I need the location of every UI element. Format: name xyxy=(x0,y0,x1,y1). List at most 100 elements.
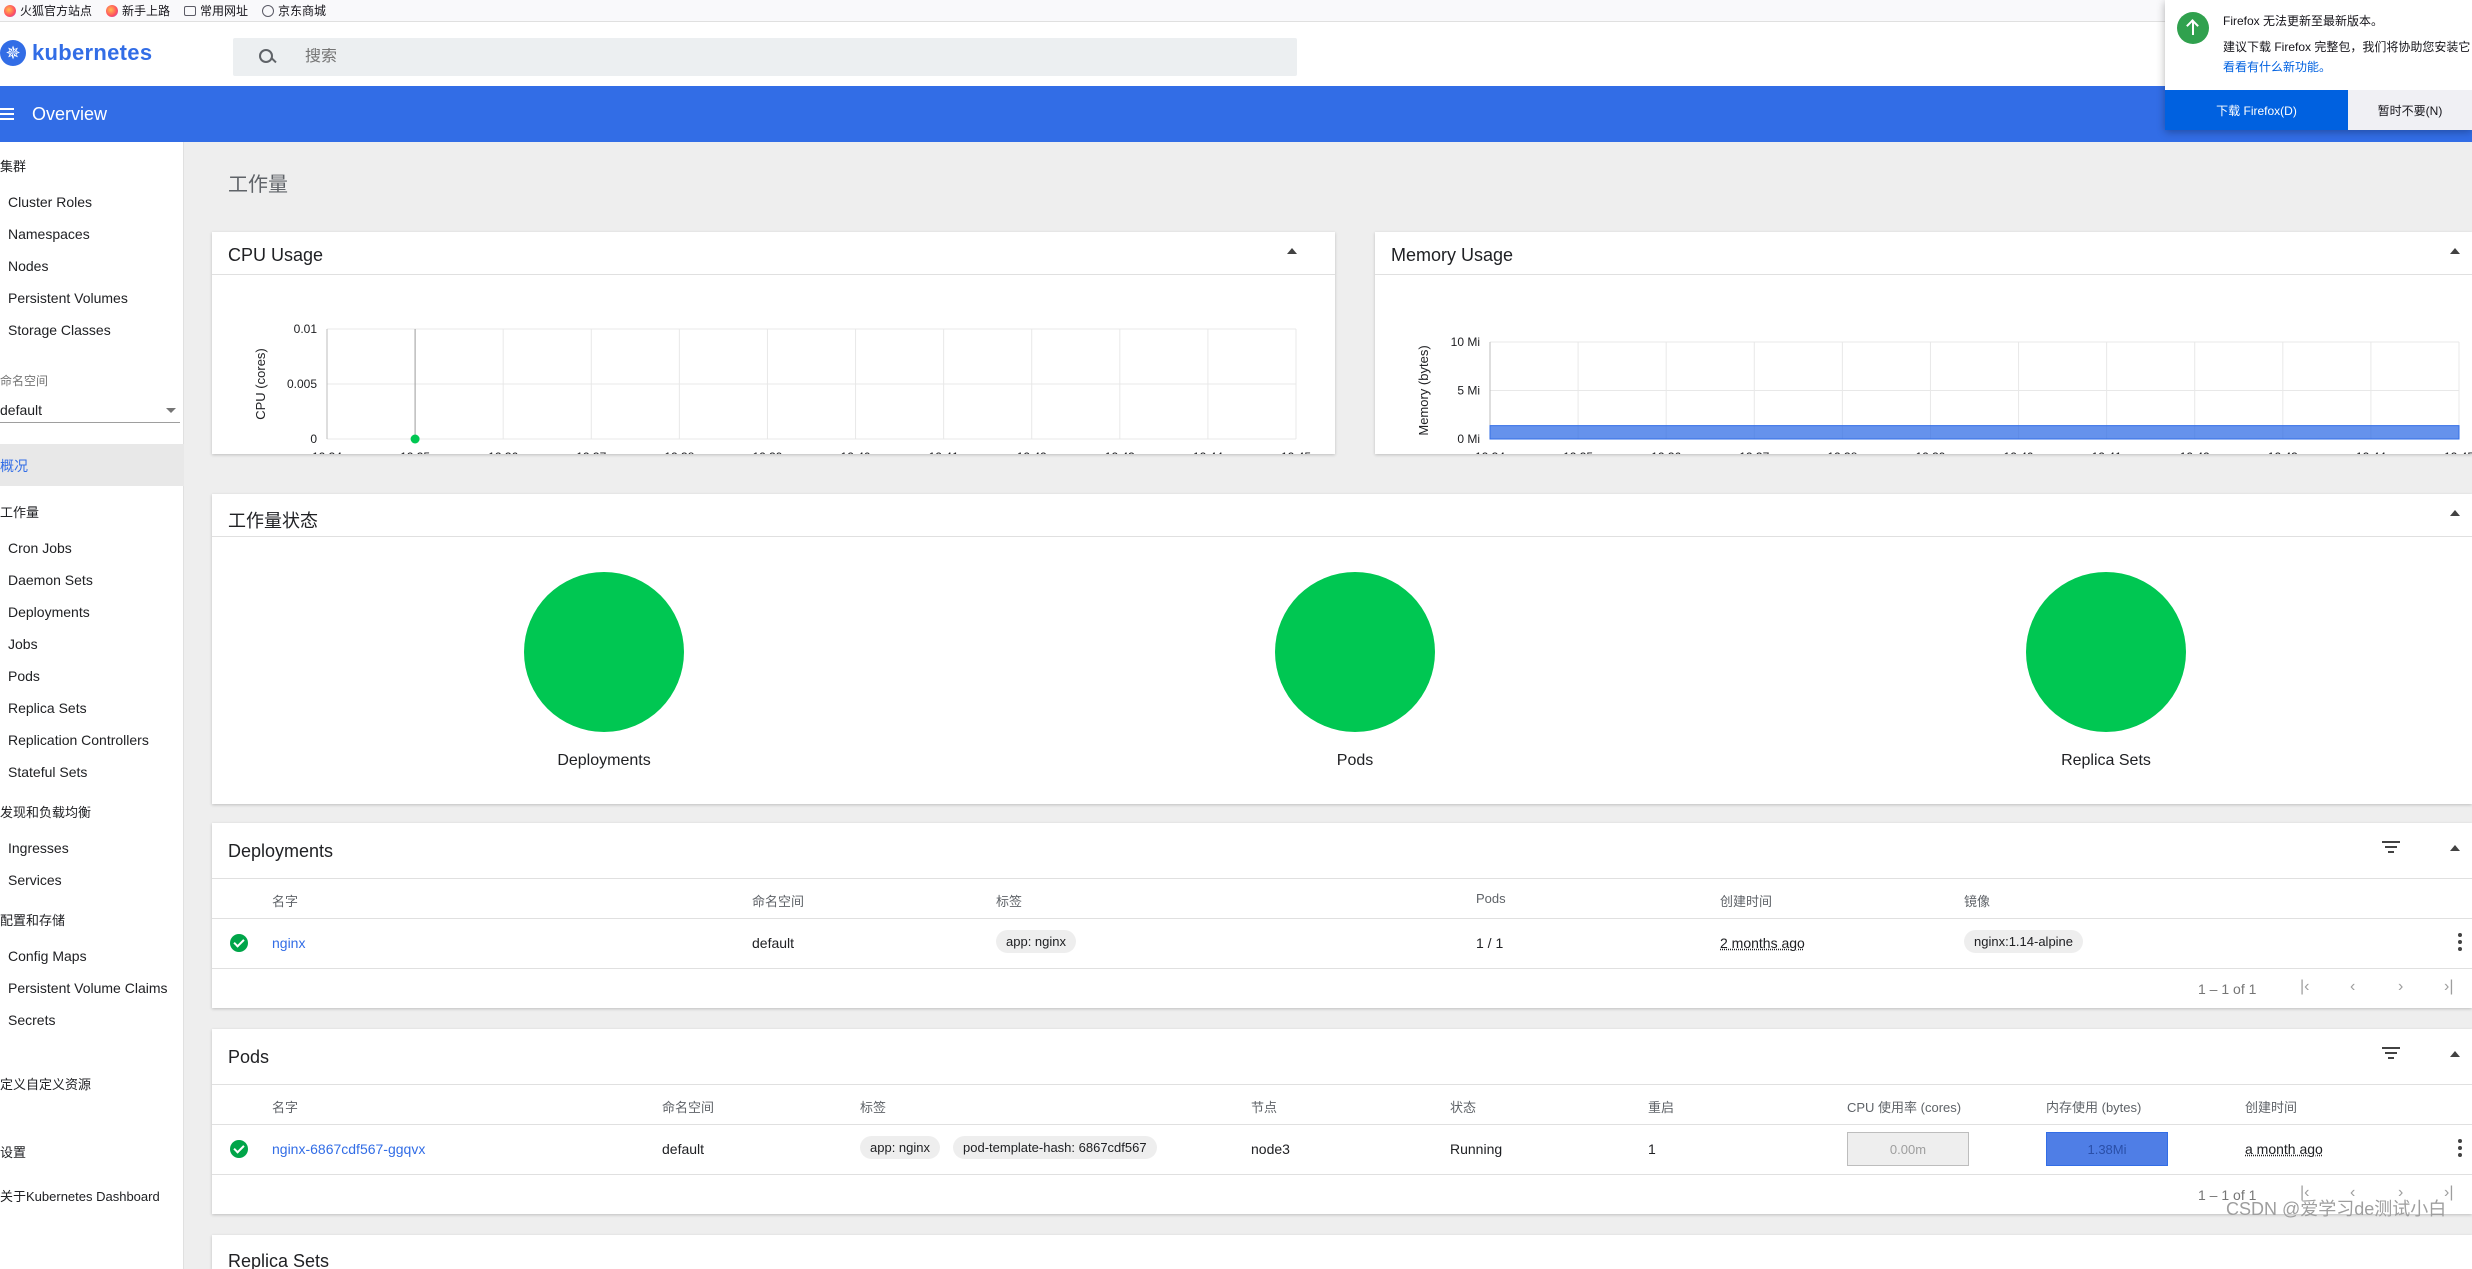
column-header-name[interactable]: 名字 xyxy=(272,1097,298,1116)
sidebar-item-deployments[interactable]: Deployments xyxy=(8,604,90,620)
x-tick-label: 12:34 xyxy=(1475,450,1505,454)
filter-icon[interactable] xyxy=(2382,841,2400,853)
bookmark-getting-started[interactable]: 新手上路 xyxy=(106,2,170,19)
filter-icon[interactable] xyxy=(2382,1047,2400,1059)
column-header-created[interactable]: 创建时间 xyxy=(1720,891,1772,910)
cpu-usage-card: CPU Usage 12:34 12:35 12:36 12:37 12:38 12:39… xyxy=(212,232,1335,454)
column-header-name[interactable]: 名字 xyxy=(272,891,298,910)
sidebar-item-pvc[interactable]: Persistent Volume Claims xyxy=(8,980,168,996)
bookmark-common-sites[interactable]: 常用网址 xyxy=(184,2,248,19)
sidebar-head-about[interactable]: 关于Kubernetes Dashboard xyxy=(0,1186,160,1205)
sidebar-head-settings[interactable]: 设置 xyxy=(0,1142,26,1161)
deployments-status-label: Deployments xyxy=(557,752,651,769)
collapse-icon[interactable] xyxy=(2450,845,2460,851)
row-divider xyxy=(212,1174,2472,1175)
chevron-down-icon xyxy=(166,408,176,413)
workload-status-title: 工作量状态 xyxy=(228,511,318,531)
deployments-status-chart[interactable] xyxy=(524,572,684,732)
prev-page-icon[interactable]: ‹ xyxy=(2350,978,2355,996)
bookmark-jd[interactable]: 京东商城 xyxy=(262,2,326,19)
row-divider xyxy=(212,968,2472,969)
sidebar-item-services[interactable]: Services xyxy=(8,872,62,888)
sidebar-item-replica-sets[interactable]: Replica Sets xyxy=(8,700,87,716)
sidebar-item-cron-jobs[interactable]: Cron Jobs xyxy=(8,540,72,556)
x-tick-label: 12:41 xyxy=(929,450,959,454)
x-tick-label: 12:39 xyxy=(1915,450,1945,454)
sidebar-item-storage-classes[interactable]: Storage Classes xyxy=(8,322,111,338)
column-header-node[interactable]: 节点 xyxy=(1251,1097,1277,1116)
replica-sets-card: Replica Sets xyxy=(212,1235,2472,1269)
cpu-usage-chart: 12:34 12:35 12:36 12:37 12:38 12:39 12:40 12:41… xyxy=(253,322,1311,454)
x-tick-label: 12:36 xyxy=(1651,450,1681,454)
x-tick-label: 12:38 xyxy=(664,450,694,454)
x-tick-label: 12:43 xyxy=(1105,450,1135,454)
y-tick-label: 0 Mi xyxy=(1457,432,1480,446)
sidebar-item-persistent-volumes[interactable]: Persistent Volumes xyxy=(8,290,128,306)
sidebar-item-pods[interactable]: Pods xyxy=(8,668,40,684)
collapse-icon[interactable] xyxy=(1287,248,1297,254)
next-page-icon[interactable]: › xyxy=(2398,978,2403,996)
firefox-icon xyxy=(106,4,119,17)
firefox-update-popup: Firefox 无法更新至最新版本。 建议下载 Firefox 完整包，我们将协… xyxy=(2165,0,2472,130)
sidebar-item-secrets[interactable]: Secrets xyxy=(8,1012,55,1028)
image-chip: nginx:1.14-alpine xyxy=(1964,930,2084,953)
y-axis-label: Memory (bytes) xyxy=(1416,345,1431,435)
more-vert-icon[interactable] xyxy=(2458,933,2462,951)
sidebar-item-config-maps[interactable]: Config Maps xyxy=(8,948,87,964)
x-tick-label: 12:43 xyxy=(2268,450,2298,454)
sidebar-item-cluster-roles[interactable]: Cluster Roles xyxy=(8,194,92,210)
sidebar-item-overview[interactable]: 概况 xyxy=(0,444,184,486)
x-tick-label: 12:39 xyxy=(752,450,782,454)
pod-memory-sparkline: 1.38Mi xyxy=(2046,1132,2168,1166)
menu-icon[interactable] xyxy=(0,108,14,120)
top-header: ✵ kubernetes xyxy=(0,22,2472,86)
x-tick-label: 12:35 xyxy=(1563,450,1593,454)
sidebar-item-daemon-sets[interactable]: Daemon Sets xyxy=(8,572,93,588)
column-header-images: 镜像 xyxy=(1964,894,1991,909)
more-vert-icon[interactable] xyxy=(2458,1139,2462,1157)
page-title: Overview xyxy=(32,103,108,124)
sidebar-item-namespaces[interactable]: Namespaces xyxy=(8,226,90,242)
x-tick-label: 12:41 xyxy=(2092,450,2122,454)
column-header-namespace[interactable]: 命名空间 xyxy=(752,891,804,910)
pod-status: Running xyxy=(1450,1141,1503,1157)
sidebar-head-crd[interactable]: 定义自定义资源 xyxy=(0,1074,91,1093)
x-tick-label: 12:45 xyxy=(2444,450,2472,454)
label-chip: app: nginx xyxy=(996,930,1076,953)
collapse-icon[interactable] xyxy=(2450,1051,2460,1057)
bookmark-firefox-official[interactable]: 火狐官方站点 xyxy=(4,2,92,19)
sidebar-item-ingresses[interactable]: Ingresses xyxy=(8,840,69,856)
column-header-namespace[interactable]: 命名空间 xyxy=(662,1097,714,1116)
card-divider xyxy=(212,536,2472,537)
pod-namespace: default xyxy=(662,1141,705,1157)
collapse-icon[interactable] xyxy=(2450,510,2460,516)
collapse-icon[interactable] xyxy=(2450,248,2460,254)
search-input[interactable] xyxy=(305,48,1205,66)
first-page-icon[interactable]: |‹ xyxy=(2300,978,2309,996)
sidebar-item-jobs[interactable]: Jobs xyxy=(8,636,38,652)
whats-new-link[interactable]: 看看有什么新功能。 xyxy=(2223,58,2331,75)
column-header-status[interactable]: 状态 xyxy=(1450,1097,1476,1116)
globe-icon xyxy=(262,4,275,17)
pods-status-chart[interactable] xyxy=(1275,572,1435,732)
sidebar-item-nodes[interactable]: Nodes xyxy=(8,258,48,274)
sidebar-item-stateful-sets[interactable]: Stateful Sets xyxy=(8,764,87,780)
download-firefox-button[interactable]: 下载 Firefox(D) xyxy=(2165,90,2348,130)
replica-sets-status-chart[interactable] xyxy=(2026,572,2186,732)
last-page-icon[interactable]: ›| xyxy=(2444,978,2453,996)
deployment-name-link[interactable]: nginx xyxy=(272,935,305,951)
kubernetes-logo[interactable]: ✵ kubernetes xyxy=(0,40,152,66)
sidebar-head-workloads[interactable]: 工作量 xyxy=(0,502,39,521)
pod-cpu-sparkline: 0.00m xyxy=(1847,1132,1969,1166)
sidebar-item-replication-controllers[interactable]: Replication Controllers xyxy=(8,732,149,748)
sidebar-head-cluster[interactable]: 集群 xyxy=(0,156,26,175)
sidebar-head-discovery[interactable]: 发现和负载均衡 xyxy=(0,802,91,821)
not-now-button[interactable]: 暂时不要(N) xyxy=(2348,90,2472,130)
pod-name-link[interactable]: nginx-6867cdf567-ggqvx xyxy=(272,1141,425,1157)
sidebar-head-config[interactable]: 配置和存储 xyxy=(0,910,65,929)
column-header-created[interactable]: 创建时间 xyxy=(2245,1097,2297,1116)
deployments-title: Deployments xyxy=(228,841,334,861)
replica-sets-title: Replica Sets xyxy=(228,1251,330,1269)
namespace-select[interactable]: default xyxy=(0,402,180,423)
y-tick-label: 0 xyxy=(310,432,317,446)
